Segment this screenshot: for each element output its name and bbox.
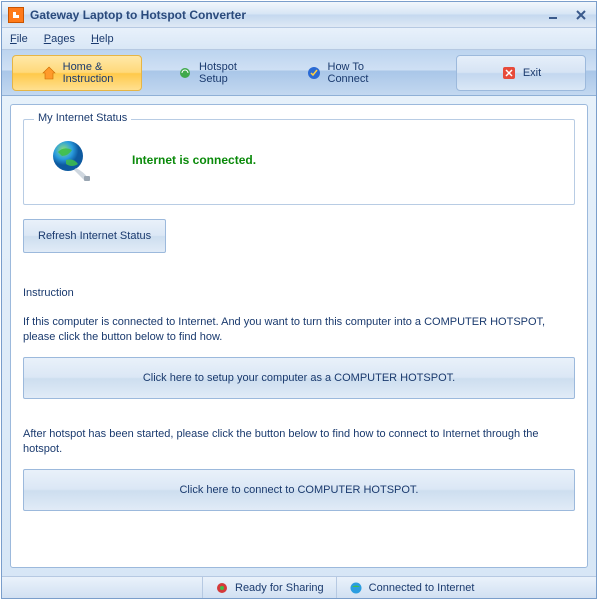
menu-file[interactable]: File xyxy=(10,33,28,45)
menu-pages[interactable]: Pages xyxy=(44,33,75,45)
exit-button[interactable]: Exit xyxy=(456,55,586,91)
globe-icon xyxy=(48,138,92,182)
connect-hotspot-button[interactable]: Click here to connect to COMPUTER HOTSPO… xyxy=(23,469,575,511)
refresh-internet-status-button[interactable]: Refresh Internet Status xyxy=(23,219,166,253)
internet-status-legend: My Internet Status xyxy=(34,112,131,124)
instruction-paragraph-1: If this computer is connected to Interne… xyxy=(23,315,575,345)
tab-home-label2: Instruction xyxy=(63,73,114,85)
instruction-heading: Instruction xyxy=(23,287,575,299)
close-icon xyxy=(501,65,517,81)
instruction-paragraph-2: After hotspot has been started, please c… xyxy=(23,427,575,457)
window-title: Gateway Laptop to Hotspot Converter xyxy=(30,8,544,22)
content-panel: My Internet Status Internet is connecte xyxy=(10,104,588,568)
sharing-icon xyxy=(215,581,229,595)
connect-icon xyxy=(306,65,322,81)
close-button[interactable] xyxy=(572,6,590,24)
tab-howto-label2: Connect xyxy=(328,73,369,85)
tab-hotspot-label2: Setup xyxy=(199,73,228,85)
setup-hotspot-button[interactable]: Click here to setup your computer as a C… xyxy=(23,357,575,399)
exit-label: Exit xyxy=(523,67,541,79)
tab-how-to-connect[interactable]: How To Connect xyxy=(272,55,402,91)
tab-hotspot-label1: Hotspot xyxy=(199,61,237,73)
tab-howto-label1: How To xyxy=(328,61,364,73)
statusbar-spacer xyxy=(2,577,202,598)
internet-icon xyxy=(349,581,363,595)
minimize-button[interactable] xyxy=(544,6,562,24)
internet-status-group: My Internet Status Internet is connecte xyxy=(23,119,575,205)
statusbar-sharing-label: Ready for Sharing xyxy=(235,582,324,594)
titlebar: Gateway Laptop to Hotspot Converter xyxy=(2,2,596,28)
tab-home-instruction[interactable]: Home & Instruction xyxy=(12,55,142,91)
statusbar-internet: Connected to Internet xyxy=(336,577,487,598)
app-icon xyxy=(8,7,24,23)
statusbar-internet-label: Connected to Internet xyxy=(369,582,475,594)
menu-help[interactable]: Help xyxy=(91,33,114,45)
statusbar: Ready for Sharing Connected to Internet xyxy=(2,576,596,598)
status-row: Internet is connected. xyxy=(38,132,560,188)
tab-home-label1: Home & xyxy=(63,61,103,73)
app-window: Gateway Laptop to Hotspot Converter File… xyxy=(1,1,597,599)
tab-hotspot-setup[interactable]: Hotspot Setup xyxy=(142,55,272,91)
toolbar: Home & Instruction Hotspot Setup How To … xyxy=(2,50,596,96)
window-controls xyxy=(544,6,590,24)
internet-status-text: Internet is connected. xyxy=(132,153,256,167)
statusbar-sharing: Ready for Sharing xyxy=(202,577,336,598)
home-icon xyxy=(41,65,57,81)
menubar: File Pages Help xyxy=(2,28,596,50)
hotspot-icon xyxy=(177,65,193,81)
